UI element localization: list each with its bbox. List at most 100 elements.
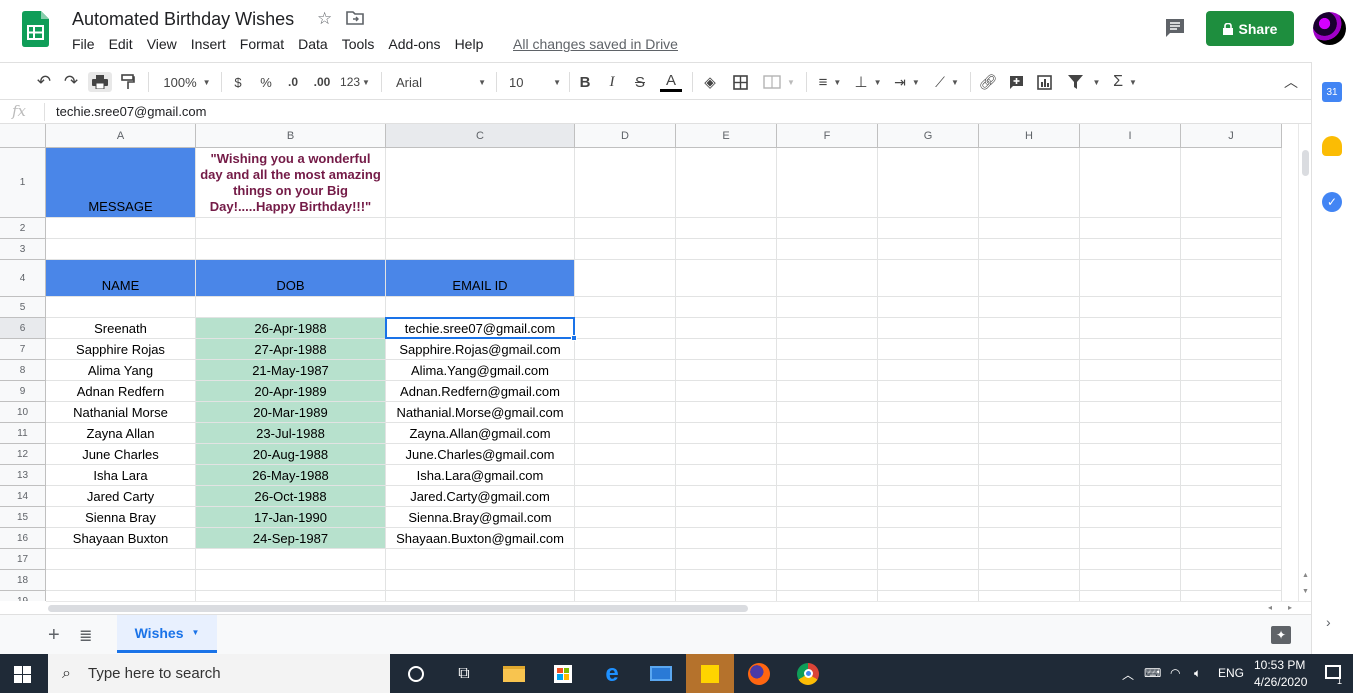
taskbar-search-box[interactable]: ⌕ Type here to search: [48, 654, 390, 693]
row-header-19[interactable]: 19: [0, 591, 46, 601]
increase-decimal-button[interactable]: .00: [310, 72, 334, 92]
dob-cell[interactable]: 26-Apr-1988: [196, 318, 386, 339]
vertical-scroll-thumb[interactable]: [1302, 150, 1309, 176]
grid-cell[interactable]: [878, 218, 979, 239]
grid-cell[interactable]: [979, 297, 1080, 318]
grid-cell[interactable]: [777, 423, 878, 444]
grid-cell[interactable]: [575, 360, 676, 381]
filter-icon[interactable]: ▼: [1064, 72, 1104, 92]
name-cell[interactable]: Jared Carty: [46, 486, 196, 507]
grid-cell[interactable]: [676, 528, 777, 549]
grid-cell[interactable]: [878, 465, 979, 486]
horizontal-scroll-thumb[interactable]: [48, 605, 748, 612]
column-header-f[interactable]: F: [777, 124, 878, 148]
windows-start-icon[interactable]: [14, 666, 31, 683]
menu-addons[interactable]: Add-ons: [388, 36, 440, 54]
grid-cell[interactable]: [878, 528, 979, 549]
name-cell[interactable]: Zayna Allan: [46, 423, 196, 444]
grid-cell[interactable]: [575, 339, 676, 360]
document-title[interactable]: Automated Birthday Wishes: [72, 9, 294, 30]
grid-cell[interactable]: [575, 381, 676, 402]
menu-data[interactable]: Data: [298, 36, 328, 54]
grid-cell[interactable]: [676, 465, 777, 486]
grid-cell[interactable]: [575, 318, 676, 339]
column-header-h[interactable]: H: [979, 124, 1080, 148]
horizontal-scrollbar[interactable]: ◂ ▸: [46, 601, 1311, 614]
grid-cell[interactable]: [878, 381, 979, 402]
text-color-button[interactable]: A: [660, 72, 682, 92]
grid-cell[interactable]: [1181, 260, 1282, 297]
grid-cell[interactable]: [777, 318, 878, 339]
grid-cell[interactable]: [979, 549, 1080, 570]
row-header-12[interactable]: 12: [0, 444, 46, 465]
grid-cell[interactable]: [979, 260, 1080, 297]
grid-cell[interactable]: [777, 570, 878, 591]
grid-cell[interactable]: [777, 360, 878, 381]
grid-cell[interactable]: [777, 591, 878, 601]
dob-cell[interactable]: 26-Oct-1988: [196, 486, 386, 507]
row-header-2[interactable]: 2: [0, 218, 46, 239]
volume-icon[interactable]: 🔈︎: [1194, 666, 1201, 681]
grid-cell[interactable]: [979, 465, 1080, 486]
select-all-corner[interactable]: [0, 124, 46, 148]
row-header-16[interactable]: 16: [0, 528, 46, 549]
grid-cell[interactable]: [676, 402, 777, 423]
grid-cell[interactable]: [1181, 444, 1282, 465]
grid-cell[interactable]: [1080, 239, 1181, 260]
fill-handle[interactable]: [571, 335, 577, 341]
grid-cell[interactable]: [575, 507, 676, 528]
grid-cell[interactable]: [1080, 218, 1181, 239]
grid-cell[interactable]: [1181, 148, 1282, 218]
column-header-d[interactable]: D: [575, 124, 676, 148]
dob-cell[interactable]: 24-Sep-1987: [196, 528, 386, 549]
decrease-decimal-button[interactable]: .0: [283, 72, 303, 92]
grid-cell[interactable]: [777, 260, 878, 297]
grid-cell[interactable]: [1181, 423, 1282, 444]
comments-icon[interactable]: [1164, 18, 1186, 38]
grid-cell[interactable]: [979, 402, 1080, 423]
show-hidden-icons-icon[interactable]: ︿: [1122, 666, 1134, 683]
grid-cell[interactable]: [979, 507, 1080, 528]
formula-input[interactable]: techie.sree07@gmail.com: [56, 104, 206, 119]
grid-cell[interactable]: [386, 148, 575, 218]
grid-cell[interactable]: [575, 591, 676, 601]
menu-edit[interactable]: Edit: [109, 36, 133, 54]
grid-cell[interactable]: [1080, 549, 1181, 570]
all-sheets-menu-icon[interactable]: ≣: [79, 626, 92, 646]
grid-cell[interactable]: [575, 528, 676, 549]
row-header-7[interactable]: 7: [0, 339, 46, 360]
grid-cell[interactable]: [676, 148, 777, 218]
email-header-cell[interactable]: EMAIL ID: [386, 260, 575, 297]
name-cell[interactable]: Nathanial Morse: [46, 402, 196, 423]
grid-cell[interactable]: [1181, 528, 1282, 549]
grid-cell[interactable]: [1080, 148, 1181, 218]
vertical-align-icon[interactable]: ⊥ ▼: [852, 72, 884, 92]
sheet-tab-wishes[interactable]: Wishes ▼: [117, 615, 217, 653]
grid-cell[interactable]: [979, 148, 1080, 218]
grid-cell[interactable]: [1181, 318, 1282, 339]
grid-cell[interactable]: [46, 297, 196, 318]
grid-cell[interactable]: [979, 528, 1080, 549]
email-cell[interactable]: Nathanial.Morse@gmail.com: [386, 402, 575, 423]
strikethrough-button[interactable]: S: [633, 72, 647, 92]
grid-cell[interactable]: [878, 591, 979, 601]
grid-cell[interactable]: [1080, 591, 1181, 601]
chevron-down-icon[interactable]: ▼: [191, 628, 199, 637]
more-formats-select[interactable]: 123 ▼: [339, 72, 371, 92]
grid-cell[interactable]: [676, 486, 777, 507]
edge-icon[interactable]: e: [588, 654, 636, 693]
scroll-down-arrow-icon[interactable]: ▼: [1302, 588, 1309, 595]
grid-cell[interactable]: [979, 570, 1080, 591]
email-cell[interactable]: Sienna.Bray@gmail.com: [386, 507, 575, 528]
collapse-toolbar-icon[interactable]: ︿: [1282, 72, 1300, 92]
grid-cell[interactable]: [386, 549, 575, 570]
grid-cell[interactable]: [575, 239, 676, 260]
dob-cell[interactable]: 20-Aug-1988: [196, 444, 386, 465]
row-header-11[interactable]: 11: [0, 423, 46, 444]
name-cell[interactable]: Sienna Bray: [46, 507, 196, 528]
row-header-8[interactable]: 8: [0, 360, 46, 381]
grid-cell[interactable]: [676, 360, 777, 381]
message-label-cell[interactable]: MESSAGE: [46, 148, 196, 218]
grid-cell[interactable]: [979, 591, 1080, 601]
grid-cell[interactable]: [46, 549, 196, 570]
